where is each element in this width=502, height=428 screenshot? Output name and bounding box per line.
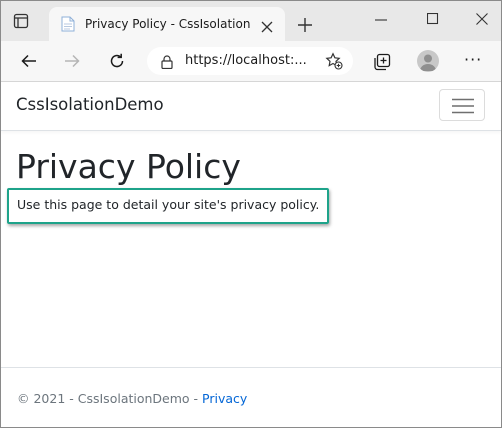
page-body-text: Use this page to detail your site's priv… (17, 197, 320, 212)
footer-privacy-link[interactable]: Privacy (202, 391, 247, 406)
star-plus-icon[interactable] (325, 52, 343, 70)
minimize-icon[interactable] (375, 16, 387, 28)
site-brand-link[interactable]: CssIsolationDemo (16, 95, 164, 114)
browser-tab-privacy[interactable]: Privacy Policy - CssIsolationDemo (49, 7, 285, 41)
collections-icon[interactable] (373, 53, 391, 71)
profile-avatar[interactable] (417, 50, 439, 72)
ellipsis-icon[interactable]: ··· (464, 50, 484, 69)
page-favicon-icon (61, 16, 75, 32)
browser-toolbar: https://localhost:... ··· (1, 41, 501, 82)
site-footer: © 2021 - CssIsolationDemo - Privacy (1, 367, 501, 427)
tab-strip: Privacy Policy - CssIsolationDemo (1, 1, 501, 41)
navbar-toggle-button[interactable] (439, 89, 485, 121)
address-bar[interactable]: https://localhost:... (147, 47, 353, 75)
close-window-icon[interactable] (476, 10, 488, 25)
browser-window: Privacy Policy - CssIsolationDemo (0, 0, 502, 428)
site-navbar: CssIsolationDemo (1, 82, 501, 131)
lock-icon[interactable] (161, 54, 173, 70)
footer-copyright: © 2021 - CssIsolationDemo - (17, 391, 203, 406)
arrow-left-icon[interactable] (20, 52, 38, 70)
close-tab-icon[interactable] (261, 18, 273, 33)
new-tab-plus-icon[interactable] (298, 17, 312, 32)
maximize-icon[interactable] (426, 10, 439, 25)
footer-text: © 2021 - CssIsolationDemo - Privacy (17, 391, 247, 406)
tab-actions-icon[interactable] (13, 13, 29, 29)
refresh-icon[interactable] (108, 52, 126, 70)
hamburger-icon (452, 98, 474, 114)
arrow-right-icon[interactable] (63, 52, 81, 70)
url-text[interactable]: https://localhost:... (185, 53, 307, 68)
page-title: Privacy Policy (16, 147, 241, 186)
tab-title: Privacy Policy - CssIsolationDemo (85, 17, 251, 31)
